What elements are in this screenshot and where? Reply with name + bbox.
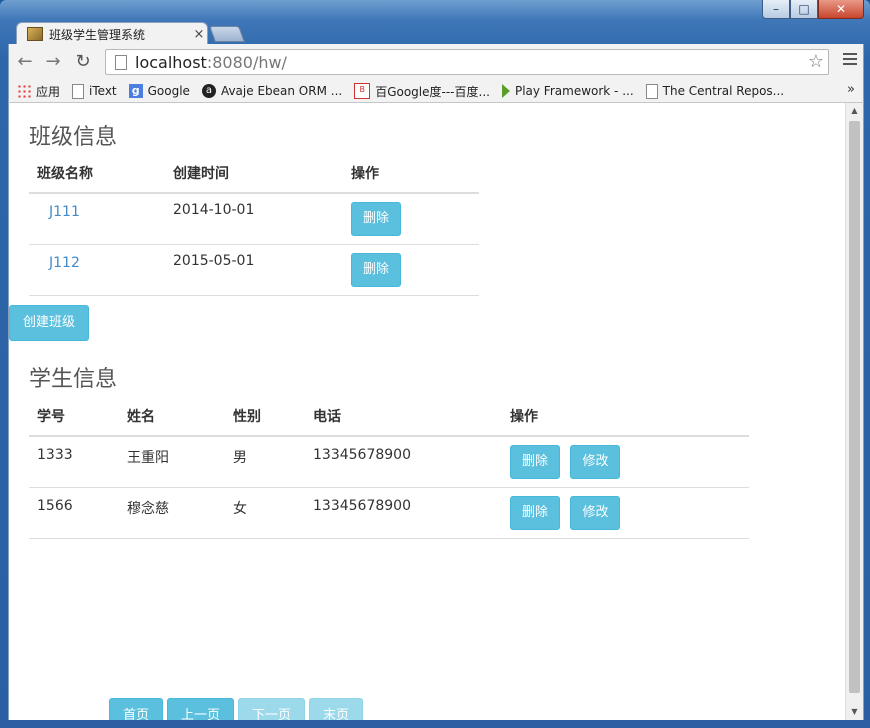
delete-student-button[interactable]: 删除 [510,445,561,479]
browser-tab[interactable]: 班级学生管理系统 × [16,22,208,45]
student-name: 王重阳 [127,450,169,466]
class-table: 班级名称 创建时间 操作 J111 2014-10-01 删除 J112 201… [29,154,479,296]
col-class-name: 班级名称 [29,154,165,194]
col-student-name: 姓名 [119,397,225,437]
favicon-icon [27,27,43,41]
bookmark-central-repo[interactable]: The Central Repos... [645,83,785,99]
class-created: 2014-10-01 [173,202,255,218]
bookmark-play[interactable]: Play Framework - ... [501,84,634,98]
scrollbar-thumb[interactable] [849,121,860,693]
play-icon [501,84,510,98]
bookmark-google[interactable]: g Google [128,84,190,98]
forward-icon[interactable]: → [43,52,63,72]
tab-close-icon[interactable]: × [191,27,207,42]
new-tab-button[interactable] [209,26,245,42]
bookmark-avaje[interactable]: a Avaje Ebean ORM ... [201,84,343,98]
class-created: 2015-05-01 [173,253,255,269]
menu-icon[interactable] [843,53,857,68]
url-path: :8080/hw/ [206,52,287,72]
scroll-up-icon[interactable]: ▲ [846,103,863,119]
baidu-icon: B [354,83,371,99]
page-icon [645,83,658,99]
student-name: 穆念慈 [127,501,169,517]
col-phone: 电话 [305,397,502,437]
window-controls: – □ ✕ [762,0,864,19]
student-section-heading: 学生信息 [29,367,118,392]
close-window-button[interactable]: ✕ [818,0,864,19]
create-class-button[interactable]: 创建班级 [9,305,90,341]
class-section-heading: 班级信息 [29,125,118,150]
student-gender: 女 [233,501,247,517]
bookmark-label: 百Google度---百度... [375,84,490,99]
minimize-button[interactable]: – [762,0,790,19]
browser-toolbar: ← → ↻ localhost:8080/hw/ ☆ [8,44,864,80]
bookmark-label: iText [89,84,117,98]
scroll-down-icon[interactable]: ▼ [846,704,863,720]
maximize-button[interactable]: □ [790,0,818,19]
tab-title: 班级学生管理系统 [49,27,146,42]
last-page-button[interactable]: 末页 [309,698,364,720]
bookmarks-overflow-icon[interactable]: » [847,82,855,97]
delete-class-button[interactable]: 删除 [351,202,402,236]
delete-class-button[interactable]: 删除 [351,253,402,287]
student-id: 1333 [37,447,73,463]
col-created: 创建时间 [165,154,343,194]
page-icon [115,54,127,70]
bookmark-label: Avaje Ebean ORM ... [220,84,343,98]
address-bar[interactable]: localhost:8080/hw/ ☆ [105,49,829,75]
pagination: 首页 上一页 下一页 末页 [109,698,367,720]
browser-window: – □ ✕ 班级学生管理系统 × ← → ↻ localhost:8080/hw… [0,0,870,728]
student-id: 1566 [37,498,73,514]
edit-student-button[interactable]: 修改 [570,496,621,530]
table-row: 1333 王重阳 男 13345678900 删除 修改 [29,436,749,488]
avaje-icon: a [201,84,216,98]
student-gender: 男 [233,450,247,466]
first-page-button[interactable]: 首页 [109,698,164,720]
student-phone: 13345678900 [313,498,411,514]
vertical-scrollbar[interactable]: ▲ ▼ [845,103,863,720]
bookmark-baidu[interactable]: B 百Google度---百度... [354,83,490,100]
prev-page-button[interactable]: 上一页 [167,698,235,720]
student-table: 学号 姓名 性别 电话 操作 1333 王重阳 男 13345678900 删除… [29,397,749,539]
bookmark-label: The Central Repos... [662,84,785,98]
window-bottom-border [0,720,870,728]
page-content: 班级信息 班级名称 创建时间 操作 J111 2014-10-01 删除 J11… [9,103,846,720]
bookmark-label: Play Framework - ... [514,84,634,98]
bookmark-star-icon[interactable]: ☆ [808,51,824,72]
table-row: J112 2015-05-01 删除 [29,244,479,296]
student-phone: 13345678900 [313,447,411,463]
page-icon [72,83,85,99]
bookmark-label: Google [147,84,190,98]
bookmark-itext[interactable]: iText [72,83,117,99]
page-viewport: 班级信息 班级名称 创建时间 操作 J111 2014-10-01 删除 J11… [8,103,864,720]
edit-student-button[interactable]: 修改 [570,445,621,479]
col-action: 操作 [502,397,749,437]
col-student-id: 学号 [29,397,119,437]
google-icon: g [128,84,143,98]
url-host: localhost [135,52,207,72]
class-link-j111[interactable]: J111 [37,204,80,220]
reload-icon[interactable]: ↻ [73,52,93,72]
table-row: 1566 穆念慈 女 13345678900 删除 修改 [29,487,749,539]
col-action: 操作 [343,154,479,194]
apps-icon [17,84,31,98]
col-gender: 性别 [225,397,305,437]
bookmark-apps[interactable]: 应用 [17,83,60,100]
bookmark-label: 应用 [36,84,61,99]
bookmarks-bar: 应用 iText g Google a Avaje Ebean ORM ... B百… [8,80,864,103]
next-page-button[interactable]: 下一页 [238,698,306,720]
table-row: J111 2014-10-01 删除 [29,193,479,245]
delete-student-button[interactable]: 删除 [510,496,561,530]
class-link-j112[interactable]: J112 [37,255,80,271]
back-icon[interactable]: ← [15,52,35,72]
